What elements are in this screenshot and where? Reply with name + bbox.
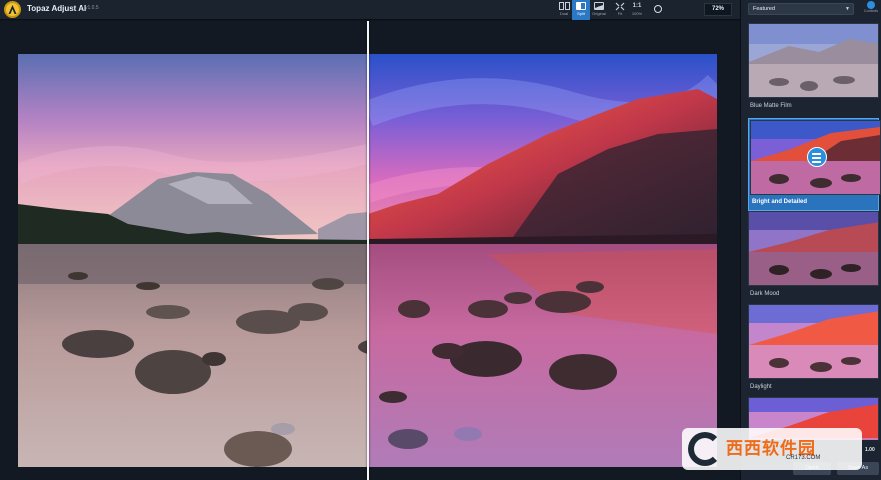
image-icon [594, 2, 604, 10]
preset-name: Blue Matte Film [750, 103, 792, 109]
preset-item[interactable]: Blue Matte Film [748, 23, 879, 109]
adjust-preset-icon[interactable] [807, 147, 827, 167]
original-image-half [18, 54, 368, 467]
preset-item[interactable]: Daylight [748, 304, 879, 390]
view-split-label: Split [577, 11, 585, 16]
strength-value[interactable]: 1.00 [865, 447, 875, 453]
split-divider-handle[interactable] [367, 21, 369, 480]
preset-item-selected[interactable]: Bright and Detailed [748, 118, 881, 211]
preset-thumbnail [748, 211, 879, 286]
controls-label: Controls [863, 9, 879, 13]
site-watermark: 西西软件园 CR173.COM [682, 428, 862, 470]
dual-view-icon [558, 2, 570, 10]
fit-screen-icon [615, 2, 625, 11]
zoom-slider-handle[interactable] [654, 5, 662, 13]
zoom-value-field[interactable]: 72% [704, 3, 732, 16]
actual-size-icon: 1:1 [632, 3, 642, 9]
top-toolbar: Topaz Adjust AI v1.0.5 Dual Split Origin… [0, 0, 740, 20]
topaz-logo-icon [4, 1, 21, 18]
preset-name: Bright and Detailed [752, 199, 808, 205]
view-100-label: 100% [631, 11, 643, 16]
preset-item[interactable]: Dark Mood [748, 211, 879, 297]
view-split-button[interactable]: Split [572, 0, 590, 20]
preset-thumbnail [748, 23, 879, 98]
processed-image-half [368, 54, 717, 467]
preset-name: Daylight [750, 384, 772, 390]
preset-category-value: Featured [753, 6, 776, 12]
view-fit-button[interactable]: Fit [611, 0, 629, 20]
sliders-icon [867, 1, 875, 9]
view-fit-label: Fit [617, 11, 623, 16]
view-original-label: Original [592, 11, 606, 16]
preset-category-select[interactable]: Featured ▼ [748, 3, 854, 15]
image-canvas[interactable] [0, 21, 740, 480]
view-dual-button[interactable]: Dual [555, 0, 573, 20]
watermark-logo-icon [688, 432, 722, 466]
app-version: v1.0.5 [85, 5, 99, 11]
preset-name: Dark Mood [750, 291, 780, 297]
preset-thumbnail [748, 304, 879, 379]
controls-button[interactable]: Controls [861, 0, 881, 18]
split-view-icon [576, 2, 586, 10]
view-100-button[interactable]: 1:1 100% [628, 0, 646, 20]
view-original-button[interactable]: Original [590, 0, 608, 20]
preset-thumbnail [750, 120, 881, 195]
app-title: Topaz Adjust AI [27, 4, 87, 13]
watermark-url: CR173.COM [786, 455, 821, 461]
preset-list: Blue Matte Film Bright and Detailed Dark… [741, 20, 881, 480]
presets-panel: Featured ▼ Controls Blue Matte Film Brig… [740, 0, 881, 480]
dropdown-arrow-icon: ▼ [845, 6, 850, 12]
view-dual-label: Dual [559, 11, 569, 16]
